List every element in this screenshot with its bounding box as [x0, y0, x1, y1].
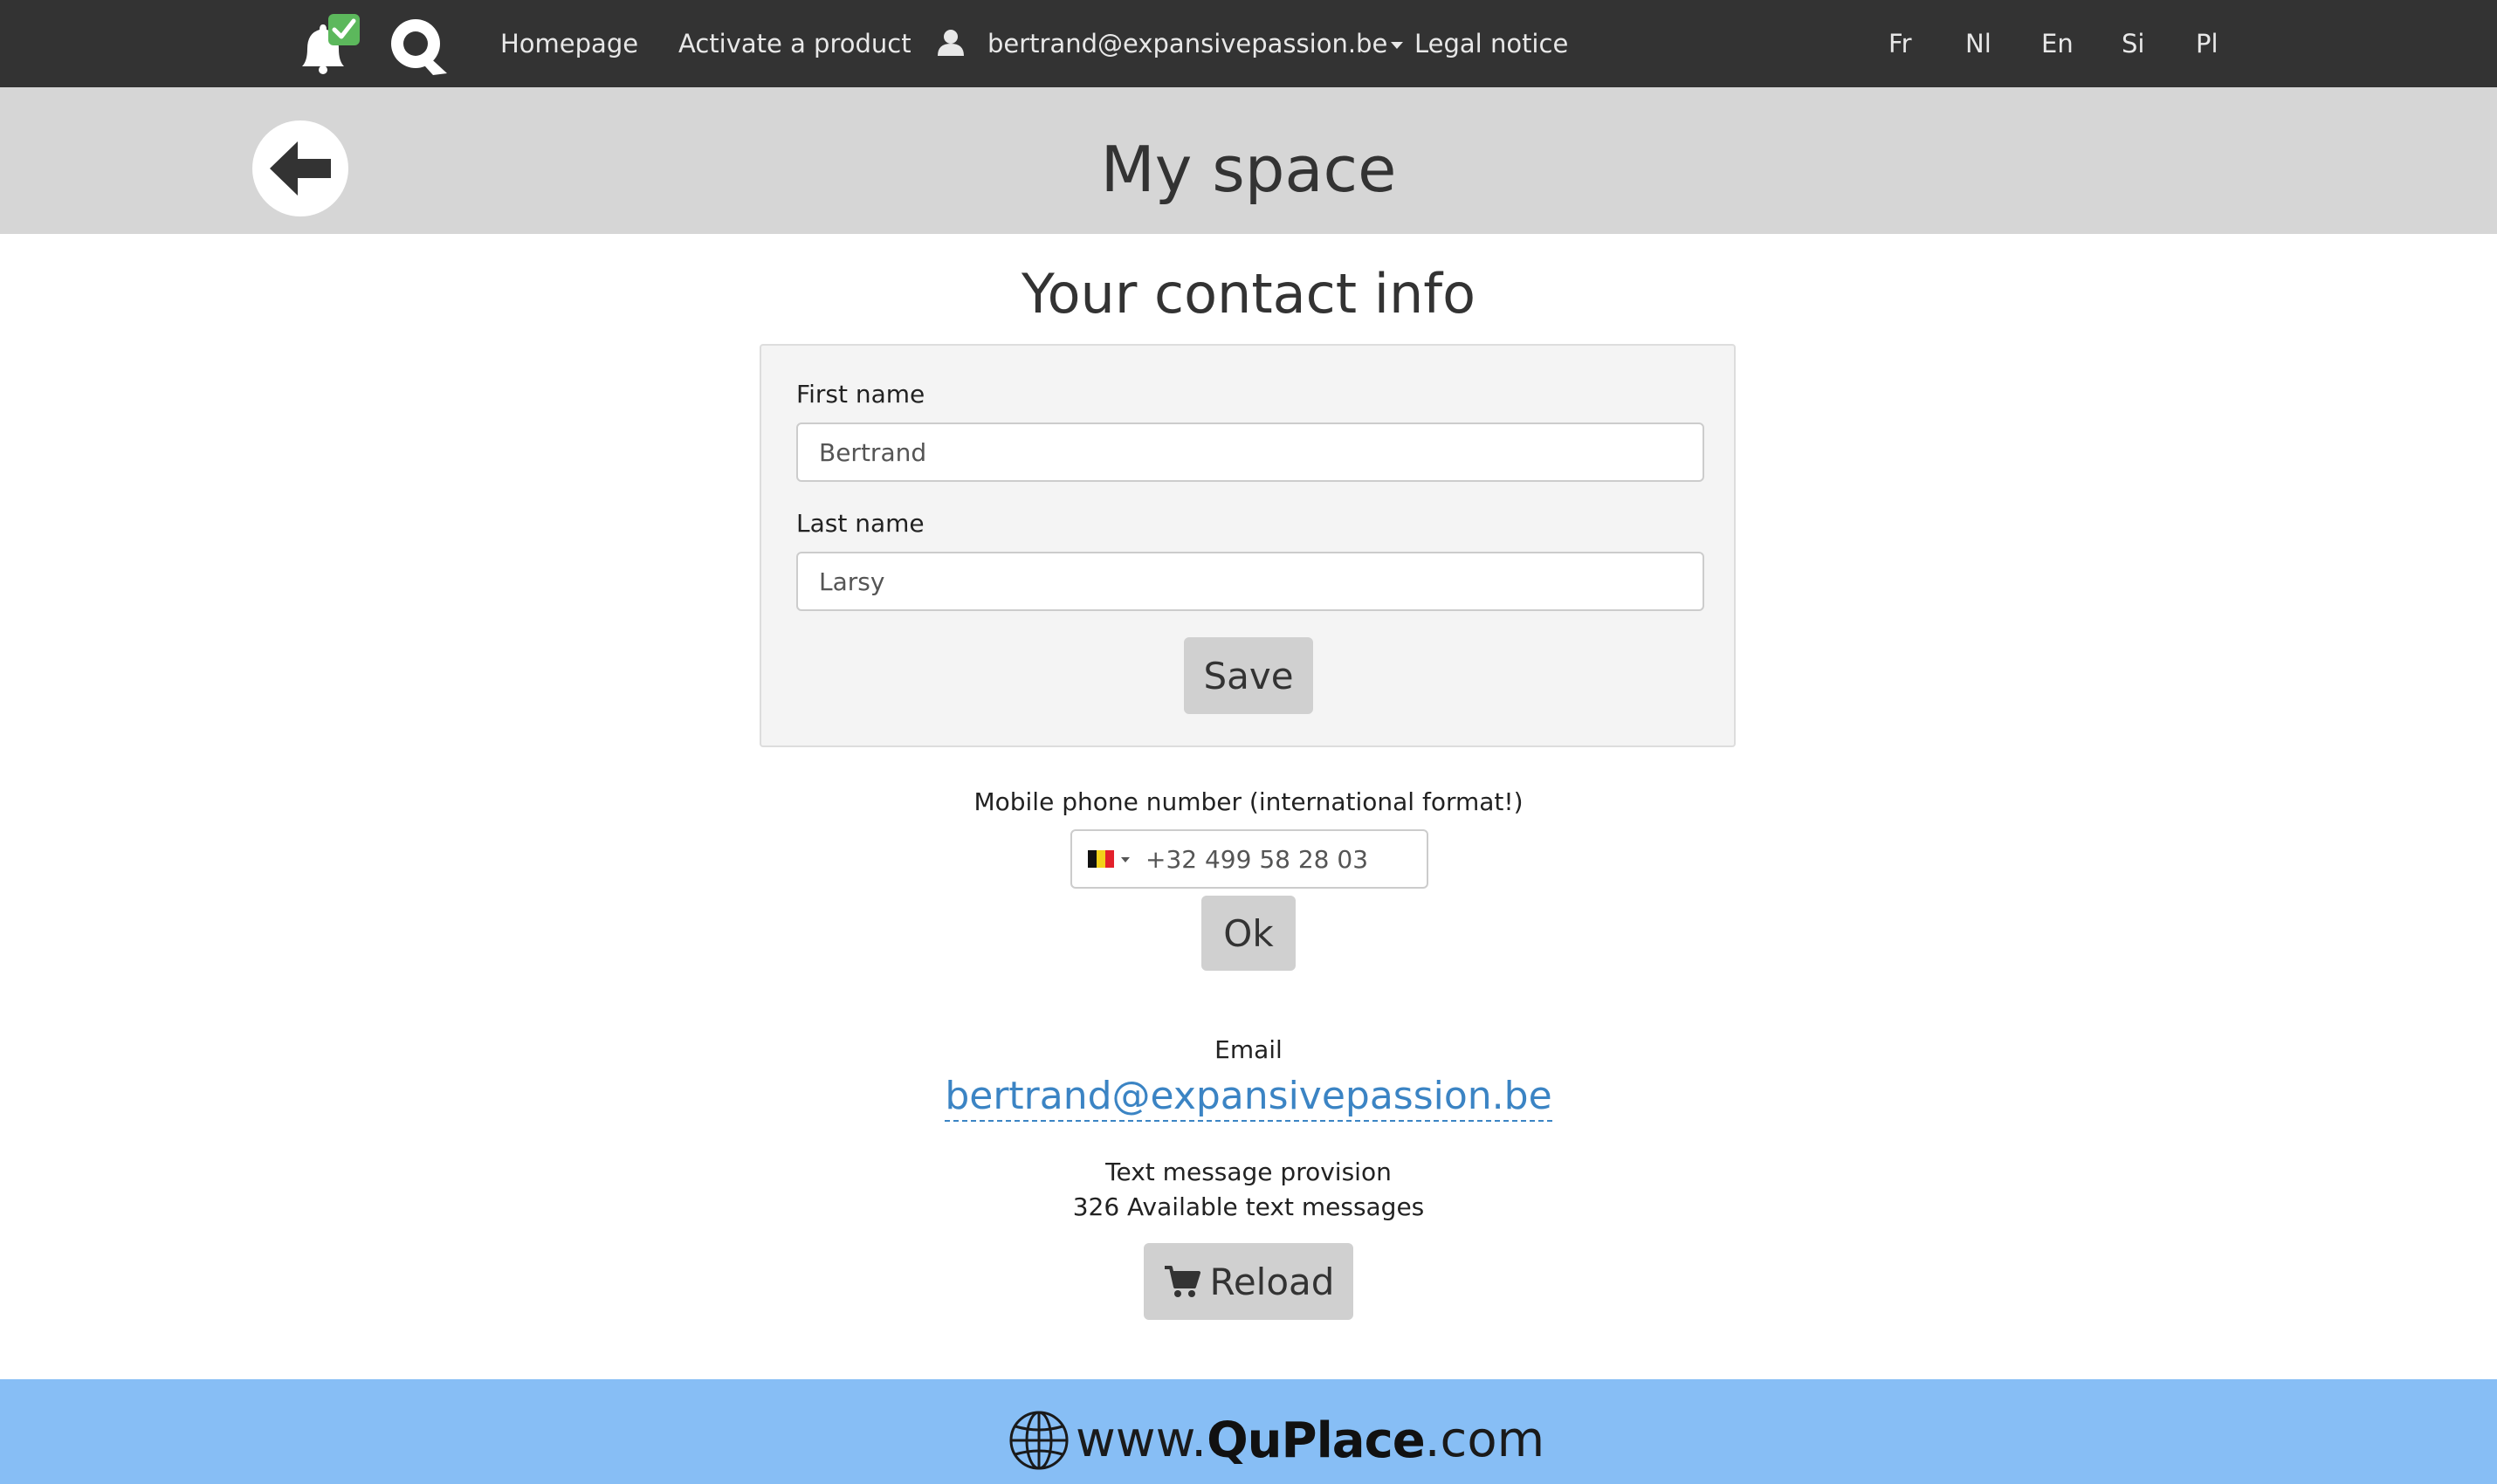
shopping-cart-icon — [1164, 1266, 1200, 1297]
page-title: My space — [1100, 133, 1397, 206]
email-label: Email — [1214, 1035, 1283, 1064]
last-name-input[interactable] — [796, 552, 1704, 611]
footer-url-suffix: .com — [1424, 1412, 1545, 1468]
email-value: bertrand@expansivepassion.be — [945, 1074, 1552, 1122]
contact-info-form: First name Last name Save — [760, 344, 1736, 747]
mobile-phone-label: Mobile phone number (international forma… — [973, 787, 1524, 816]
footer-website-link[interactable]: www. QuPlace .com — [1008, 1405, 1544, 1475]
nav-homepage-link[interactable]: Homepage — [500, 26, 638, 61]
chevron-down-icon — [1391, 42, 1404, 49]
sms-provision-label: Text message provision — [1105, 1158, 1392, 1186]
contact-info-title: Your contact info — [1021, 262, 1476, 326]
phone-number-input[interactable] — [1145, 831, 1425, 887]
language-nl-link[interactable]: Nl — [1965, 26, 1991, 61]
first-name-input[interactable] — [796, 423, 1704, 482]
country-selector[interactable] — [1072, 831, 1138, 887]
language-en-link[interactable]: En — [2041, 26, 2074, 61]
quplace-logo-icon[interactable] — [386, 12, 452, 79]
save-button[interactable]: Save — [1184, 637, 1313, 714]
globe-icon — [1009, 1411, 1069, 1470]
nav-activate-product-link[interactable]: Activate a product — [678, 26, 911, 61]
first-name-label: First name — [796, 380, 925, 409]
reload-label: Reload — [1209, 1260, 1335, 1303]
sms-available-count: 326 Available text messages — [1072, 1192, 1425, 1221]
belgium-flag-icon — [1088, 850, 1114, 868]
phone-field — [1070, 829, 1428, 889]
nav-user-dropdown[interactable]: bertrand@expansivepassion.be — [987, 26, 1404, 61]
chevron-down-icon — [1121, 857, 1130, 862]
nav-legal-notice-link[interactable]: Legal notice — [1414, 26, 1568, 61]
last-name-label: Last name — [796, 509, 925, 538]
language-si-link[interactable]: Si — [2122, 26, 2144, 61]
reload-button[interactable]: Reload — [1144, 1243, 1353, 1320]
language-fr-link[interactable]: Fr — [1888, 26, 1912, 61]
footer-url-prefix: www. — [1076, 1412, 1207, 1468]
phone-ok-button[interactable]: Ok — [1201, 896, 1296, 971]
email-link[interactable]: bertrand@expansivepassion.be — [0, 1070, 2497, 1123]
user-icon — [936, 28, 966, 58]
nav-user-email: bertrand@expansivepassion.be — [987, 29, 1388, 58]
language-pl-link[interactable]: Pl — [2196, 26, 2218, 61]
top-navbar: Homepage Activate a product bertrand@exp… — [0, 0, 2497, 87]
notification-bell-icon[interactable] — [295, 12, 361, 75]
footer-brand: QuPlace — [1207, 1412, 1426, 1469]
